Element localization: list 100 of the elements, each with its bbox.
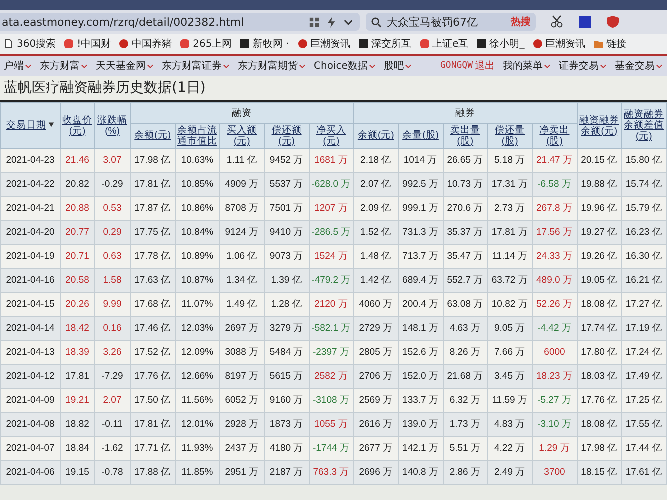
shield-icon[interactable]	[606, 15, 620, 29]
nav-menu-link[interactable]: 股吧	[384, 59, 412, 73]
table-cell: 17.98 亿	[577, 436, 622, 460]
bookmark-link[interactable]: 新牧网 ·	[240, 37, 290, 51]
lightning-icon[interactable]	[326, 16, 337, 28]
table-cell: 2.49 万	[488, 460, 532, 484]
bookmark-link[interactable]: 巨潮资讯	[298, 37, 351, 51]
nav-menu-link[interactable]: 东方财富期货	[238, 59, 306, 73]
date-cell: 2021-04-06	[0, 460, 60, 484]
table-cell: 10.86%	[175, 196, 220, 220]
bookmark-link[interactable]: !中国财	[64, 37, 112, 51]
table-cell: 8197 万	[220, 364, 264, 388]
column-header-link[interactable]: 偿还量(股)	[489, 125, 531, 147]
sort-icon[interactable]	[48, 121, 54, 128]
table-cell: 2729 万	[354, 316, 398, 340]
table-cell: -1.62	[94, 436, 130, 460]
column-header-link[interactable]: 卖出量(股)	[444, 125, 486, 147]
table-cell: 2120 万	[309, 292, 354, 316]
table-cell: 2.18 亿	[354, 148, 398, 172]
square-app-icon[interactable]	[578, 15, 592, 29]
table-cell: 2582 万	[309, 364, 354, 388]
column-header-link[interactable]: 余额占流通市值比	[176, 125, 218, 147]
table-cell: 992.5 万	[398, 172, 444, 196]
table-cell: 2.07	[94, 388, 130, 412]
table-cell: 12.03%	[175, 316, 220, 340]
nav-menu-link[interactable]: 我的菜单	[503, 59, 551, 73]
table-cell: 17.81	[60, 364, 94, 388]
table-cell: 63.08 万	[443, 292, 488, 316]
table-cell: 2706 万	[354, 364, 398, 388]
table-cell: 11.85%	[175, 460, 220, 484]
nav-menu-link[interactable]: 证券交易	[559, 59, 607, 73]
table-cell: 152.6 万	[398, 340, 444, 364]
badge-logo-icon	[64, 39, 74, 49]
date-cell: 2021-04-09	[0, 388, 60, 412]
table-cell: 18.42	[60, 316, 94, 340]
bookmark-link[interactable]: 中国养猪	[119, 37, 172, 51]
table-cell: 20.26	[60, 292, 94, 316]
username-link[interactable]: GONGQW	[440, 61, 473, 71]
table-cell: 18.03 亿	[577, 364, 622, 388]
column-header-link[interactable]: 偿还额(元)	[266, 125, 308, 147]
table-cell: 0.63	[94, 244, 130, 268]
bookmark-link[interactable]: 上证e互	[420, 37, 469, 51]
table-cell: 63.72 万	[488, 268, 532, 292]
table-cell: 2928 万	[220, 412, 264, 436]
circle-logo-icon	[532, 39, 543, 49]
column-header-link[interactable]: 净卖出(股)	[534, 125, 576, 147]
nav-menu-link[interactable]: 天天基金网	[96, 59, 154, 73]
nav-menu-link[interactable]: 东方财富证券	[162, 59, 230, 73]
scissors-icon[interactable]	[550, 15, 564, 29]
table-cell: 1.73 万	[443, 412, 488, 436]
table-cell: 489.0 万	[532, 268, 578, 292]
bookmark-link[interactable]: 360搜索	[4, 37, 56, 51]
nav-menu-link[interactable]: 户端	[4, 59, 32, 73]
table-cell: -628.0 万	[309, 172, 354, 196]
table-cell: 1.42 亿	[354, 268, 398, 292]
logout-link[interactable]: 退出	[475, 59, 495, 73]
table-cell: 5484 万	[264, 340, 310, 364]
bookmark-link[interactable]: 265上网	[180, 37, 232, 51]
search-field[interactable]: 大众宝马被罚67亿 热搜	[366, 13, 536, 31]
table-cell: -286.5 万	[309, 220, 354, 244]
table-cell: 1.11 亿	[220, 148, 264, 172]
nav-menu-link[interactable]: Choice数据	[314, 59, 376, 73]
table-cell: 713.7 万	[398, 244, 444, 268]
table-cell: 21.47 万	[532, 148, 578, 172]
bookmark-link[interactable]: 巨潮资讯	[532, 37, 586, 51]
bookmark-link[interactable]: 徐小明_	[476, 37, 525, 51]
table-cell: 11.56%	[175, 388, 220, 412]
column-header-link[interactable]: 净买入(元)	[310, 125, 352, 147]
table-cell: 5537 万	[264, 172, 310, 196]
table-cell: 17.76 亿	[577, 388, 622, 412]
grid-icon[interactable]	[309, 16, 320, 28]
table-cell: 4.22 万	[488, 436, 532, 460]
table-cell: 6.32 万	[443, 388, 488, 412]
table-cell: 0.16	[94, 316, 130, 340]
nav-menu-link[interactable]: 基金交易	[615, 59, 663, 73]
table-cell: 1681 万	[309, 148, 354, 172]
column-header-link[interactable]: 买入额(元)	[221, 125, 263, 147]
column-header-link[interactable]: 交易日期	[6, 120, 46, 131]
bookmark-link[interactable]: 深交所互	[358, 37, 412, 51]
table-cell: -0.11	[94, 412, 130, 436]
address-bar[interactable]: ata.eastmoney.com/rzrq/detail/002382.html	[0, 13, 360, 31]
table-cell: 17.27 亿	[622, 292, 666, 316]
table-cell: 19.05 亿	[577, 268, 622, 292]
table-cell: 9073 万	[264, 244, 310, 268]
table-cell: 19.96 亿	[577, 196, 622, 220]
bookmark-link[interactable]: 链接	[594, 37, 627, 51]
table-cell: 2696 万	[354, 460, 398, 484]
date-cell: 2021-04-08	[0, 412, 60, 436]
table-cell: -0.78	[94, 460, 130, 484]
table-cell: 8.26 万	[443, 340, 488, 364]
nav-menu-link[interactable]: 东方财富	[40, 59, 88, 73]
table-cell: 4180 万	[264, 436, 310, 460]
table-cell: 17.88 亿	[130, 460, 176, 484]
table-cell: 9160 万	[264, 388, 310, 412]
table-cell: 6052 万	[220, 388, 264, 412]
table-cell: 1014 万	[398, 148, 444, 172]
table-cell: 18.08 亿	[577, 412, 622, 436]
table-cell: 4909 万	[220, 172, 264, 196]
table-cell: 16.30 亿	[622, 244, 666, 268]
caret-icon	[600, 62, 607, 70]
